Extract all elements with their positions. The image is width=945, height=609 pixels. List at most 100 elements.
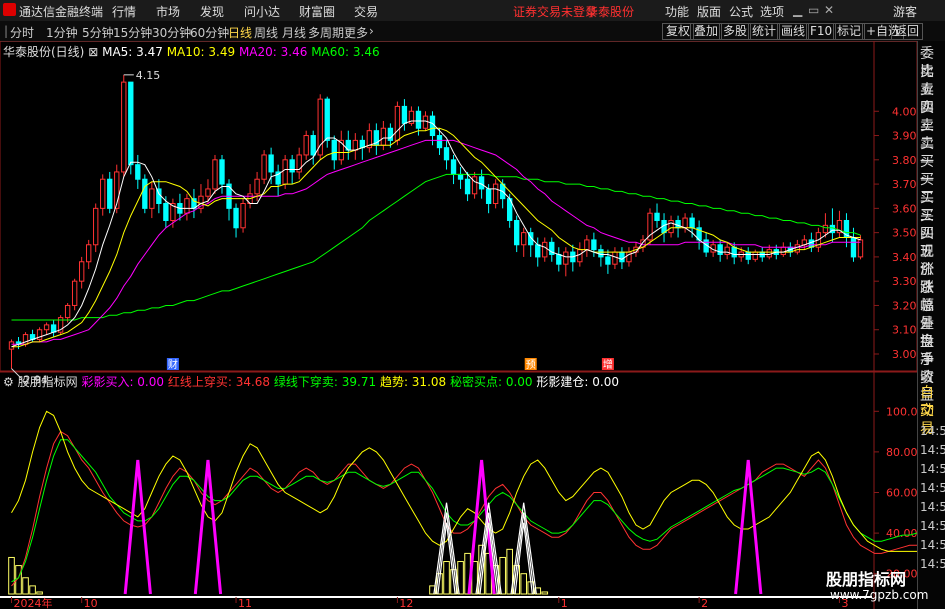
histogram-bar [22, 577, 29, 595]
overlay-button[interactable]: 叠加 [690, 23, 723, 40]
candle-body [598, 249, 604, 258]
multi-stock-button[interactable]: 多股 [719, 23, 752, 40]
guest-label[interactable]: 游客 [893, 3, 917, 20]
candle-body [556, 253, 562, 265]
pink-spike [193, 459, 223, 595]
candle-body [422, 115, 429, 129]
menu-formula[interactable]: 公式 [729, 3, 753, 20]
chevron-right-icon[interactable]: › [369, 24, 374, 38]
period-5min[interactable]: 5分钟 [82, 24, 114, 41]
watermark-title: 股朋指标网 [826, 570, 907, 589]
candle-body [163, 203, 169, 221]
candle-body [324, 98, 330, 141]
period-daily[interactable]: 日线 [228, 24, 252, 41]
candle-body [8, 341, 15, 350]
x-tick-label: 2 [701, 597, 708, 609]
indicator-pane: 100.080.0060.0040.0020.002024年 10 11 12 1 2 3 [0, 405, 917, 609]
gear-icon[interactable]: ⊠ [88, 45, 98, 59]
candle-body [50, 324, 57, 333]
period-more[interactable]: 更多 [344, 24, 368, 41]
f10-button[interactable]: F10 [806, 23, 837, 40]
chart-title[interactable]: 华泰股份(日线) [3, 45, 84, 59]
period-weekly[interactable]: 周线 [254, 24, 278, 41]
candle-body [184, 198, 190, 214]
y-tick-label: 3.90 [892, 130, 917, 143]
legend-secret-buy: 秘密买点: 0.00 [449, 375, 533, 389]
x-tick-label: 2024年 [14, 596, 53, 609]
menu-market[interactable]: 市场 [156, 3, 180, 20]
period-multi[interactable]: 多周期 [308, 24, 344, 41]
indicator-legend: ⚙ 股朋指标网 彩影买入: 0.00 红线上穿买: 34.68 绿线下穿卖: 3… [3, 373, 619, 390]
candle-body [380, 127, 387, 146]
menu-layout[interactable]: 版面 [697, 3, 721, 20]
candle-body [394, 105, 401, 141]
menu-wealth[interactable]: 财富圈 [299, 3, 335, 20]
candle-body [261, 154, 267, 180]
minimize-icon[interactable]: ▁ [793, 3, 802, 17]
x-tick-label: 1 [561, 597, 568, 609]
login-notice[interactable]: 证券交易未登录 [513, 3, 597, 20]
close-icon[interactable]: ✕ [824, 3, 834, 17]
candle-body [436, 135, 443, 149]
candle-body [521, 232, 527, 246]
candle-body [457, 173, 464, 180]
candle-body [415, 110, 422, 129]
tick-time: 14:55 [920, 443, 945, 457]
period-intraday[interactable]: 分时 [10, 24, 34, 41]
menu-quotes[interactable]: 行情 [112, 3, 136, 20]
menu-function[interactable]: 功能 [665, 3, 689, 20]
mark-button[interactable]: 标记 [833, 23, 866, 40]
candle-body [107, 178, 113, 209]
candle-body [317, 98, 323, 156]
candle-body [752, 251, 758, 260]
app-logo-icon [3, 3, 16, 16]
y-tick-label: 3.30 [892, 275, 917, 288]
kline-chart[interactable]: 4.00 3.90 3.80 3.70 3.60 3.50 3.40 3.30 3.20 3.10… [0, 41, 917, 609]
menu-trade[interactable]: 交易 [354, 3, 378, 20]
y-tick-label: 100.0 [886, 405, 917, 418]
period-monthly[interactable]: 月线 [282, 24, 306, 41]
collapse-icon[interactable]: | [4, 24, 8, 38]
watermark-url: www.7gpzb.com [830, 588, 929, 602]
indicator-title[interactable]: 股朋指标网 [18, 375, 78, 389]
stats-button[interactable]: 统计 [748, 23, 781, 40]
candle-body [254, 178, 260, 195]
period-60min[interactable]: 60分钟 [190, 24, 229, 41]
candle-body [542, 241, 548, 258]
histogram-bar [29, 585, 36, 595]
restore-icon[interactable]: ▭ [808, 3, 819, 17]
y-tick-label: 3.70 [892, 178, 917, 191]
app-title: 通达信金融终端 [19, 5, 104, 19]
menu-discover[interactable]: 发现 [200, 3, 224, 20]
candle-body [563, 251, 569, 265]
tick-time: 14:56 [920, 519, 945, 533]
candle-body [429, 115, 436, 137]
candle-body [605, 256, 611, 265]
candle-body [303, 135, 309, 156]
candle-body [121, 81, 127, 173]
tick-time: 14:56 [920, 500, 945, 514]
candle-body [219, 159, 225, 185]
event-marker: 预 [526, 359, 536, 371]
candle-body [93, 207, 99, 246]
menu-options[interactable]: 选项 [760, 3, 784, 20]
candle-body [359, 139, 366, 149]
high-label: 4.15 [136, 69, 161, 82]
histogram-bar [443, 561, 450, 595]
legend-ma20: MA20: 3.46 [238, 45, 308, 59]
candle-body [471, 176, 478, 195]
menu-ask[interactable]: 问小达 [244, 3, 280, 20]
candle-body [731, 246, 737, 258]
period-15min[interactable]: 15分钟 [113, 24, 152, 41]
draw-button[interactable]: 画线 [777, 23, 810, 40]
histogram-bar [541, 591, 549, 595]
candle-body [577, 249, 583, 263]
candle-body [492, 183, 499, 205]
period-30min[interactable]: 30分钟 [152, 24, 191, 41]
period-1min[interactable]: 1分钟 [46, 24, 78, 41]
gear-icon[interactable]: ⚙ [3, 375, 14, 389]
candle-body [149, 188, 155, 209]
candle-body [689, 217, 695, 229]
back-button[interactable]: 返回 [891, 23, 924, 40]
y-tick-label: 3.40 [892, 251, 917, 264]
